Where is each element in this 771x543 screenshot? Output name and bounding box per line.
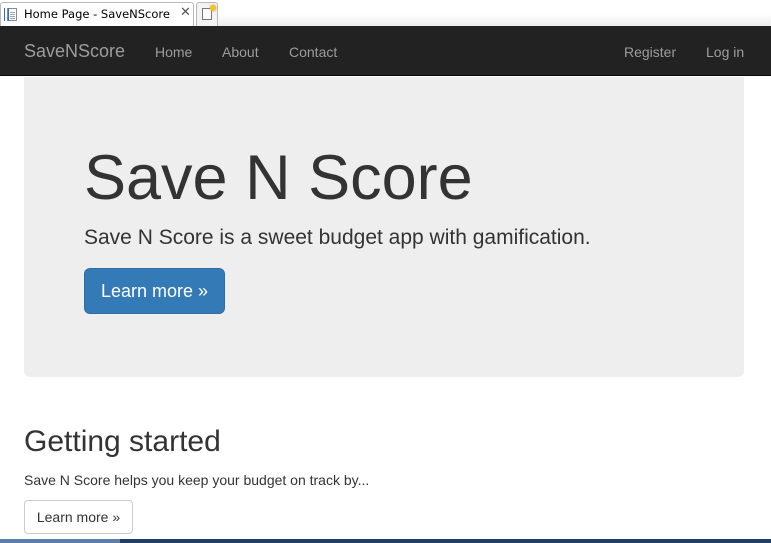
- navbar: SaveNScore Home About Contact Register L…: [0, 26, 771, 76]
- nav-link-home[interactable]: Home: [155, 43, 192, 61]
- learn-more-button[interactable]: Learn more »: [24, 500, 133, 534]
- jumbotron-lead: Save N Score is a sweet budget app with …: [84, 226, 591, 249]
- nav-link-about[interactable]: About: [222, 43, 259, 61]
- nav-link-login[interactable]: Log in: [706, 43, 744, 61]
- tab-title: Home Page - SaveNScore: [24, 7, 170, 21]
- browser-tab-strip: Home Page - SaveNScore ✕: [0, 0, 771, 26]
- getting-started-text: Save N Score helps you keep your budget …: [24, 472, 370, 488]
- getting-started-title: Getting started: [24, 425, 221, 458]
- new-tab-icon: [202, 5, 216, 20]
- brand-link[interactable]: SaveNScore: [24, 41, 125, 61]
- nav-link-contact[interactable]: Contact: [289, 43, 337, 61]
- browser-tab[interactable]: Home Page - SaveNScore ✕: [0, 2, 194, 26]
- learn-more-primary-button[interactable]: Learn more »: [84, 268, 225, 314]
- close-tab-icon[interactable]: ✕: [180, 5, 191, 21]
- new-tab-button[interactable]: [196, 2, 218, 26]
- tab-strip-background: [218, 14, 771, 26]
- jumbotron: Save N Score Save N Score is a sweet bud…: [24, 77, 744, 377]
- nav-link-register[interactable]: Register: [624, 43, 676, 61]
- jumbotron-title: Save N Score: [84, 143, 473, 213]
- page-icon: [4, 8, 17, 21]
- taskbar-edge: [0, 539, 771, 543]
